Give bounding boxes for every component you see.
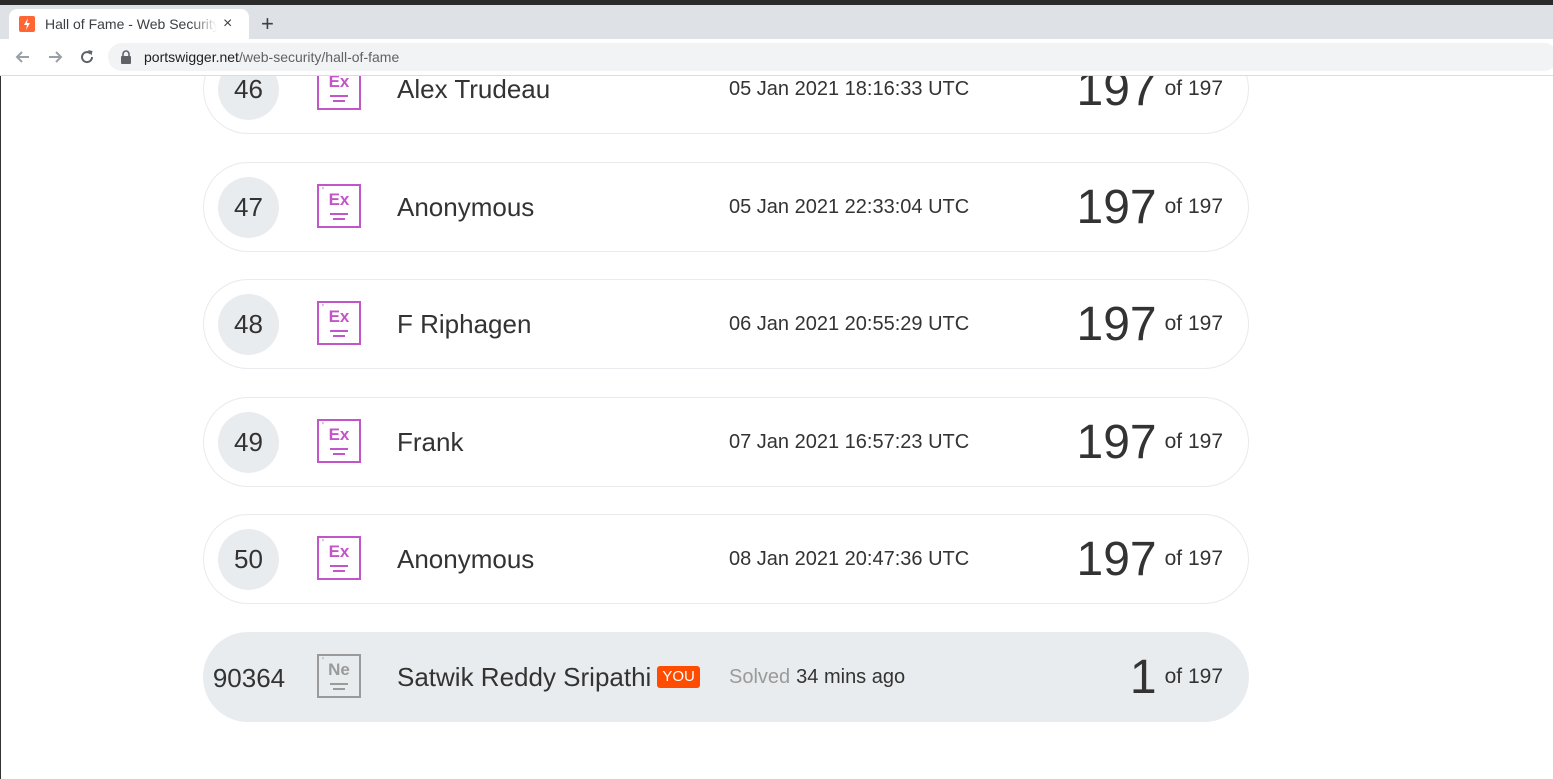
lock-icon[interactable] [120, 50, 132, 64]
expert-level-badge-icon: 'Ex [317, 419, 361, 463]
leaderboard-row: 46 'Ex Alex Trudeau 05 Jan 2021 18:16:33… [203, 76, 1249, 134]
labs-solved: 197 [1076, 297, 1157, 351]
labs-solved: 197 [1076, 532, 1157, 586]
score: 197 of 197 [1077, 515, 1223, 603]
portswigger-favicon-icon [19, 16, 35, 32]
user-name: Anonymous [397, 543, 535, 574]
badge-symbol: Ex [328, 190, 350, 209]
completion-date: 06 Jan 2021 20:55:29 UTC [729, 312, 970, 335]
solved-status: Solved 34 mins ago [729, 633, 905, 721]
tab-strip: Hall of Fame - Web Security Academy × + [0, 5, 1553, 39]
expert-level-badge-icon: 'Ex [317, 184, 361, 228]
rank-number: 47 [218, 177, 279, 238]
user-name: Satwik Reddy Sripathi [397, 661, 652, 692]
rank-number: 46 [218, 76, 279, 120]
labs-total: of 197 [1164, 665, 1223, 688]
badge-symbol: Ex [328, 76, 350, 91]
score: 1 of 197 [1130, 633, 1223, 721]
user-name: Anonymous [397, 191, 535, 222]
forward-arrow-icon[interactable] [45, 47, 65, 67]
browser-toolbar: portswigger.net/web-security/hall-of-fam… [0, 39, 1553, 76]
labs-solved: 197 [1076, 180, 1157, 234]
score: 197 of 197 [1077, 398, 1223, 486]
badge-symbol: Ex [328, 542, 350, 561]
url-host: portswigger.net [144, 49, 239, 65]
badge-symbol: Ne [328, 660, 350, 679]
solved-label: Solved [729, 665, 791, 688]
new-tab-button[interactable]: + [261, 13, 274, 35]
hall-of-fame-list: 46 'Ex Alex Trudeau 05 Jan 2021 18:16:33… [0, 76, 1553, 779]
completion-date: 05 Jan 2021 18:16:33 UTC [729, 77, 970, 100]
rank-number: 50 [218, 529, 279, 590]
labs-total: of 197 [1164, 77, 1223, 100]
score: 197 of 197 [1077, 163, 1223, 251]
labs-total: of 197 [1164, 547, 1223, 570]
user-name: Alex Trudeau [397, 76, 551, 104]
labs-total: of 197 [1164, 430, 1223, 453]
expert-level-badge-icon: 'Ex [317, 301, 361, 345]
leaderboard-row: 48 ' Ex F Riphagen 06 Jan 2021 20:55:29 U… [203, 279, 1249, 369]
rank-number: 90364 [212, 662, 286, 693]
score: 197 of 197 [1077, 76, 1223, 133]
window-left-border [0, 76, 1, 779]
user-name: F Riphagen [397, 308, 532, 339]
leaderboard-row: 50 ' Ex Anonymous 08 Jan 2021 20:47:36 UT… [203, 514, 1249, 604]
you-badge: YOU [657, 665, 700, 689]
back-arrow-icon[interactable] [13, 47, 33, 67]
address-bar[interactable]: portswigger.net/web-security/hall-of-fam… [108, 43, 1553, 71]
completion-date: 05 Jan 2021 22:33:04 UTC [729, 195, 970, 218]
labs-solved: 197 [1076, 415, 1157, 469]
url-path: /web-security/hall-of-fame [238, 49, 400, 65]
badge-symbol: Ex [328, 307, 350, 326]
solved-time: 34 mins ago [796, 665, 906, 688]
labs-solved: 197 [1076, 76, 1157, 116]
labs-total: of 197 [1164, 312, 1223, 335]
user-name-wrapper: Satwik Reddy Sripathi YOU [397, 633, 700, 721]
leaderboard-row: 47 ' Ex Anonymous 05 Jan 2021 22:33:04 UT… [203, 162, 1249, 252]
browser-tab[interactable]: Hall of Fame - Web Security Academy × [9, 9, 249, 39]
url-text: portswigger.net/web-security/hall-of-fam… [144, 49, 399, 65]
current-user-row: 90364 ' Ne Satwik Reddy Sripathi YOU Solv… [203, 632, 1249, 722]
labs-solved: 1 [1129, 650, 1157, 704]
tab-close-icon[interactable]: × [223, 16, 232, 32]
expert-level-badge-icon: 'Ex [317, 76, 361, 110]
completion-date: 07 Jan 2021 16:57:23 UTC [729, 430, 970, 453]
rank-number: 49 [218, 412, 279, 473]
labs-total: of 197 [1164, 195, 1223, 218]
score: 197 of 197 [1077, 280, 1223, 368]
tab-title: Hall of Fame - Web Security Academy [45, 16, 217, 32]
newbie-level-badge-icon: ' Ne [317, 654, 361, 698]
leaderboard-row: 49 ' Ex Frank 07 Jan 2021 16:57:23 UTC 19… [203, 397, 1249, 487]
completion-date: 08 Jan 2021 20:47:36 UTC [729, 547, 970, 570]
badge-symbol: Ex [328, 425, 350, 444]
user-name: Frank [397, 426, 464, 457]
rank-number: 48 [218, 294, 279, 355]
expert-level-badge-icon: 'Ex [317, 536, 361, 580]
reload-icon[interactable] [77, 47, 97, 67]
